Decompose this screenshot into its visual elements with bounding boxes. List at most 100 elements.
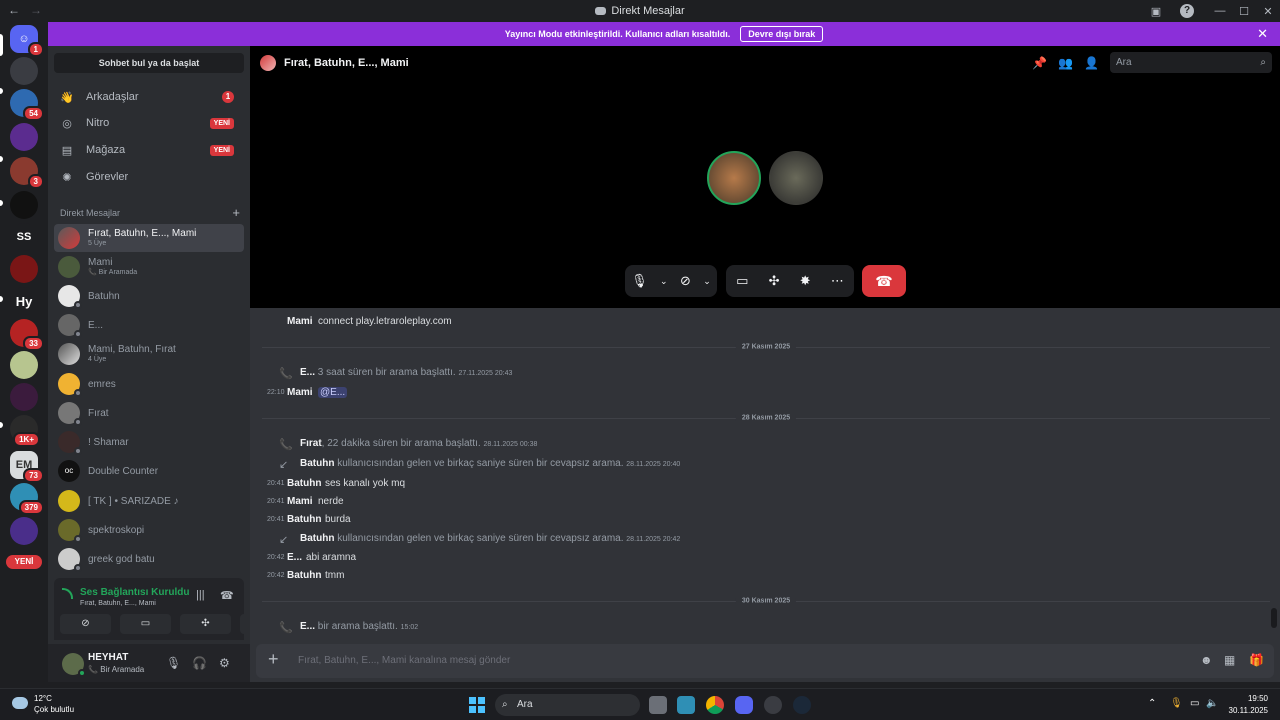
activities-icon[interactable]: ✣ <box>769 273 780 289</box>
app-icon[interactable] <box>764 696 782 714</box>
end-call-button[interactable]: ☎ <box>862 265 906 297</box>
maximize-button[interactable]: ☐ <box>1232 5 1256 18</box>
mic-control[interactable]: 🎙 ⌄ ⊘ ⌄ <box>625 265 717 297</box>
participant-avatar[interactable] <box>707 151 761 205</box>
attach-plus-icon[interactable]: + <box>268 649 279 670</box>
event-user[interactable]: E... <box>300 621 315 632</box>
noise-suppression-icon[interactable]: ||| <box>196 589 205 601</box>
message-author[interactable]: Batuhn <box>287 570 321 581</box>
camera-off-button[interactable]: ⊘ <box>60 614 111 634</box>
close-icon[interactable]: ✕ <box>1257 26 1268 42</box>
steam-icon[interactable] <box>793 696 811 714</box>
dm-item[interactable]: [ TK ] • SARIZADE ♪ <box>54 487 244 515</box>
dm-item[interactable]: Fırat, Batuhn, E..., Mami 5 Üye <box>54 224 244 252</box>
event-user[interactable]: E... <box>300 367 315 378</box>
dm-item[interactable]: spektroskopi <box>54 516 244 544</box>
message-author[interactable]: Mami <box>287 387 313 398</box>
activities-button[interactable]: ✣ <box>180 614 231 634</box>
help-icon[interactable]: ? <box>1180 4 1194 18</box>
message-author[interactable]: Batuhn <box>287 478 321 489</box>
server-icon[interactable] <box>10 351 38 379</box>
dm-item[interactable]: Mami, Batuhn, Fırat 4 Üye <box>54 340 244 368</box>
gif-icon[interactable]: ▦ <box>1224 653 1235 667</box>
settings-gear-icon[interactable]: ⚙ <box>219 656 230 670</box>
event-user[interactable]: Batuhn <box>300 533 334 544</box>
sticker-icon[interactable]: ☻ <box>1200 653 1213 667</box>
message-author[interactable]: E... <box>287 552 302 563</box>
member-list-icon[interactable]: 👤 <box>1084 56 1099 70</box>
dm-item[interactable]: Fırat <box>54 399 244 427</box>
dm-item[interactable]: Batuhn <box>54 282 244 310</box>
server-icon[interactable]: 54 <box>10 89 44 121</box>
create-dm-icon[interactable]: + <box>232 205 240 220</box>
scrollbar[interactable] <box>1271 608 1277 628</box>
server-icon[interactable] <box>10 191 38 219</box>
display-icon[interactable]: ▭ <box>1190 698 1199 709</box>
server-icon[interactable]: SS <box>10 223 38 251</box>
chrome-icon[interactable] <box>706 696 724 714</box>
nav-friends[interactable]: 👋 Arkadaşlar 1 <box>54 85 244 109</box>
nav-nitro[interactable]: ◎ Nitro YENİ <box>54 111 244 135</box>
close-window-button[interactable]: ✕ <box>1256 5 1280 18</box>
dm-item[interactable]: ! Shamar <box>54 428 244 456</box>
server-icon[interactable]: 3 <box>10 157 44 189</box>
server-icon[interactable] <box>10 57 38 85</box>
screen-share-icon[interactable]: ▭ <box>736 273 748 289</box>
discord-icon[interactable] <box>735 696 753 714</box>
microphone-icon[interactable]: 🎙 <box>1170 698 1183 709</box>
participant-avatar[interactable] <box>769 151 823 205</box>
taskbar-search[interactable]: ⌕ Ara <box>495 694 640 716</box>
dm-item[interactable]: emres <box>54 370 244 398</box>
find-conversation-button[interactable]: Sohbet bul ya da başlat <box>54 53 244 73</box>
chevron-down-icon[interactable]: ⌄ <box>660 276 668 287</box>
pinned-icon[interactable]: 📌 <box>1032 56 1047 70</box>
camera-off-icon[interactable]: ⊘ <box>680 273 691 289</box>
chevron-up-icon[interactable]: ⌃ <box>1148 698 1156 709</box>
speaker-icon[interactable]: 🔈 <box>1206 698 1218 709</box>
headphones-icon[interactable]: 🎧 <box>192 656 207 670</box>
dm-item[interactable]: greek god batu <box>54 545 244 573</box>
server-icon[interactable] <box>10 517 38 545</box>
server-icon[interactable]: 33 <box>10 319 44 351</box>
screen-share-button[interactable]: ▭ <box>120 614 171 634</box>
mention[interactable]: @E... <box>318 387 348 398</box>
add-friends-icon[interactable]: 👥 <box>1058 56 1073 70</box>
dm-item[interactable]: Mami 📞 Bir Aramada <box>54 253 244 281</box>
event-user[interactable]: Batuhn <box>300 458 334 469</box>
avatar[interactable] <box>62 653 86 677</box>
more-options-icon[interactable]: ⋯ <box>831 273 844 289</box>
inbox-icon[interactable]: ▣ <box>1144 5 1168 18</box>
new-badge[interactable]: YENİ <box>6 555 42 569</box>
windows-start-icon[interactable] <box>469 697 485 713</box>
gift-icon[interactable]: 🎁 <box>1249 653 1264 667</box>
server-icon[interactable]: 379 <box>10 483 44 515</box>
nav-quests[interactable]: ✺ Görevler <box>54 165 244 189</box>
message-author[interactable]: Batuhn <box>287 514 321 525</box>
chevron-down-icon[interactable]: ⌄ <box>703 276 711 287</box>
nav-label: Nitro <box>86 117 110 129</box>
disconnect-icon[interactable]: ☎ <box>220 589 234 602</box>
nav-shop[interactable]: ▤ Mağaza YENİ <box>54 138 244 162</box>
task-view-icon[interactable] <box>649 696 667 714</box>
server-icon[interactable] <box>10 255 38 283</box>
message-composer[interactable]: + Fırat, Batuhn, E..., Mami kanalına mes… <box>256 644 1274 678</box>
server-icon[interactable]: 1K+ <box>10 415 40 447</box>
soundboard-icon[interactable]: ✸ <box>800 273 811 289</box>
clock[interactable]: 19:50 30.11.2025 <box>1229 693 1268 717</box>
message-author[interactable]: Mami <box>287 496 313 507</box>
server-icon[interactable]: EM 73 <box>10 451 44 483</box>
minimize-button[interactable]: — <box>1208 5 1232 17</box>
file-explorer-icon[interactable] <box>677 696 695 714</box>
dm-item[interactable]: E... <box>54 311 244 339</box>
server-icon[interactable] <box>10 383 38 411</box>
dm-item[interactable]: oc Double Counter <box>54 457 244 485</box>
event-user[interactable]: Fırat <box>300 438 322 449</box>
message-author[interactable]: Mami <box>287 316 313 327</box>
server-icon[interactable]: Hy <box>10 287 38 315</box>
server-icon[interactable] <box>10 123 38 151</box>
microphone-icon[interactable]: 🎙 <box>166 656 181 670</box>
direct-messages-home-icon[interactable]: ☺ 1 <box>10 25 44 57</box>
microphone-icon[interactable]: 🎙 <box>631 273 648 289</box>
disable-streamer-mode-button[interactable]: Devre dışı bırak <box>740 26 824 42</box>
search-input[interactable]: Ara ⌕ <box>1110 52 1272 73</box>
